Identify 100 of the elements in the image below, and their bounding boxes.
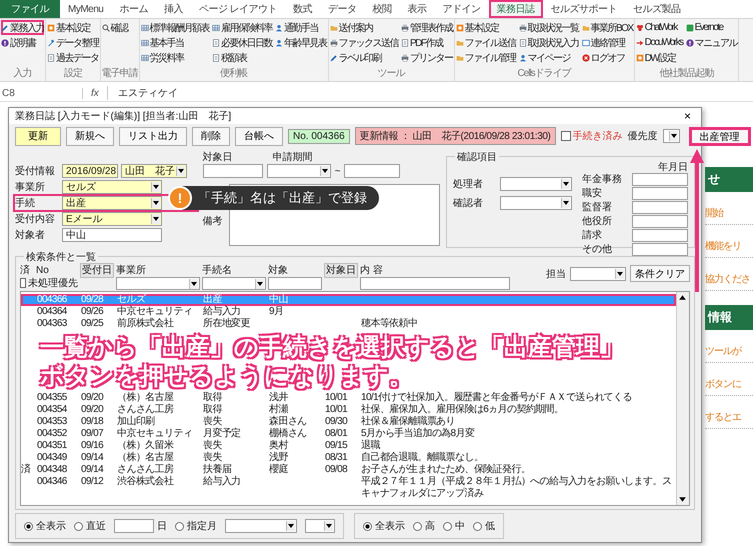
date-field[interactable] xyxy=(632,200,688,214)
ribbon-button[interactable]: 送付案内 xyxy=(330,20,398,35)
column-header[interactable]: 対象日 xyxy=(324,263,358,278)
date-field[interactable] xyxy=(202,164,263,178)
radio-option[interactable]: 全表示 xyxy=(24,519,66,533)
ribbon-button[interactable]: 必要休日日数 xyxy=(212,35,272,50)
staff-dropdown[interactable]: 山田 花子 xyxy=(121,164,187,178)
ribbon-button[interactable]: ChatWork xyxy=(636,20,683,35)
days-field[interactable] xyxy=(114,519,154,533)
ribbon-button[interactable]: 取扱状況入力 xyxy=(518,35,578,50)
filter-field[interactable] xyxy=(268,276,322,290)
list-row[interactable]: 004351 09/16 （株）久留米 喪失 奥村 09/15 退職 xyxy=(21,440,676,452)
ribbon-tab[interactable]: 表示 xyxy=(400,0,435,18)
ribbon-button[interactable]: 労災料率 xyxy=(140,50,209,65)
done-checkbox[interactable]: 手続き済み xyxy=(560,129,622,143)
ribbon-button[interactable]: 年齢早見表 xyxy=(275,35,326,50)
ribbon-button[interactable]: マニュアル xyxy=(686,35,738,50)
ribbon-tab[interactable]: データ xyxy=(320,0,365,18)
ribbon-tab[interactable]: MyMenu xyxy=(60,0,112,18)
ribbon-button[interactable]: 基本設定 xyxy=(456,20,516,35)
list-row[interactable]: 004352 09/07 中京セキュリティ 月変予定 棚橋さん 08/01 5月から手当追加の為8月変 xyxy=(21,428,676,440)
date-field[interactable] xyxy=(632,242,688,256)
ribbon-tab[interactable]: セルズ製品 xyxy=(625,0,689,18)
date-field[interactable]: 2016/09/28 xyxy=(62,164,118,178)
period-dropdown[interactable] xyxy=(266,164,331,178)
month-dropdown[interactable] xyxy=(305,519,335,533)
radio-option[interactable]: 全表示 xyxy=(363,519,405,533)
dropdown[interactable] xyxy=(500,196,572,210)
ribbon-tab[interactable]: 校閲 xyxy=(364,0,400,18)
date-field[interactable] xyxy=(632,228,688,242)
dropdown[interactable]: セルズ xyxy=(62,180,162,194)
close-button[interactable]: × xyxy=(680,109,695,123)
ribbon-button[interactable]: 雇用保険料率 xyxy=(212,20,272,35)
ribbon-button[interactable]: DocuWorks xyxy=(636,35,683,50)
assignee-dropdown[interactable] xyxy=(570,266,626,280)
toolbar-button[interactable]: リスト出力 xyxy=(119,126,187,146)
ribbon-button[interactable]: ファイル送信 xyxy=(456,35,516,50)
list-row[interactable]: 004354 09/20 さんさん工房 取得 村瀬 10/01 社保、雇保加入。雇用保険は6ヵ月の契約期間。 xyxy=(21,404,676,416)
ribbon-tab[interactable]: ファイル xyxy=(0,0,60,18)
radio-option[interactable]: 指定月 xyxy=(175,519,217,533)
ribbon-button[interactable]: 説明書 xyxy=(1,35,44,50)
list-row[interactable]: 004349 09/14 （株）名古屋 喪失 浅野 08/31 自己都合退職。離職票なし。 xyxy=(21,452,676,464)
date-field[interactable] xyxy=(632,172,688,186)
date-field[interactable] xyxy=(632,214,688,228)
scrollbar[interactable] xyxy=(676,292,689,505)
priority-dropdown[interactable] xyxy=(662,129,680,143)
birth-management-button[interactable]: 出産管理 xyxy=(688,126,750,146)
radio-option[interactable]: 中 xyxy=(443,519,465,533)
ribbon-button[interactable]: 通勤手当 xyxy=(275,20,326,35)
ribbon-button[interactable]: プリンター xyxy=(401,50,452,65)
ribbon-tab[interactable]: セルズサポート xyxy=(542,0,626,18)
toolbar-button[interactable]: 新規へ xyxy=(66,126,114,146)
name-box[interactable]: C8 xyxy=(2,88,83,98)
date-field[interactable] xyxy=(632,186,688,200)
unprocessed-checkbox[interactable]: 未処理優先 xyxy=(20,276,78,290)
ribbon-tab[interactable]: ページ レイアウト xyxy=(190,0,286,18)
ribbon-button[interactable]: 税額表 xyxy=(212,50,272,65)
ribbon-button[interactable]: ファックス送信 xyxy=(330,35,398,50)
ribbon-button[interactable]: ログオフ xyxy=(582,50,633,65)
formula-field[interactable]: エスティケイ xyxy=(106,86,178,100)
ribbon-button[interactable]: 事業所BOX xyxy=(582,20,633,35)
column-header[interactable]: 受付日 xyxy=(80,263,114,278)
ribbon-tab[interactable]: アドイン xyxy=(434,0,489,18)
ribbon-button[interactable]: DW設定 xyxy=(636,50,683,65)
filter-dropdown[interactable] xyxy=(116,276,200,290)
dropdown[interactable]: 出産 xyxy=(62,196,162,210)
ribbon-button[interactable]: 基本設定 xyxy=(47,20,98,35)
ribbon-button[interactable]: 確認 xyxy=(102,20,138,35)
list-row[interactable]: 004346 09/12 渋谷株式会社 給与入力 平成２７年１１月（平成２８年１月払）への給与入力をお願いします。スキャナフォルダにアップ済み xyxy=(21,476,676,500)
dropdown[interactable]: Eメール xyxy=(62,212,162,226)
ribbon-button[interactable]: ファイル管理 xyxy=(456,50,516,65)
ribbon-button[interactable]: 基本手当 xyxy=(140,35,209,50)
toolbar-button[interactable]: 台帳へ xyxy=(235,126,283,146)
dropdown[interactable] xyxy=(500,177,572,191)
list-row[interactable]: 004364 09/26 中京セキュリティ 給与入力 9月 xyxy=(21,306,676,318)
clear-button[interactable]: 条件クリア xyxy=(630,265,690,282)
filter-field[interactable] xyxy=(360,276,510,290)
list-row[interactable]: 済 004348 09/14 さんさん工房 扶養届 櫻庭 09/08 お子さんが生まれたため、保険証発行。 xyxy=(21,464,676,476)
radio-option[interactable]: 高 xyxy=(413,519,435,533)
list-row[interactable]: 004363 09/25 前原株式会社 所在地変更 穂本等依頼中 xyxy=(21,318,676,330)
ribbon-button[interactable]: PDF作成 xyxy=(401,35,452,50)
ribbon-button[interactable]: ラベル印刷 xyxy=(330,50,398,65)
ribbon-button[interactable]: 標準報酬月額表 xyxy=(140,20,209,35)
ribbon-tab[interactable]: 数式 xyxy=(285,0,320,18)
list-row[interactable]: 004355 09/20 （株）名古屋 取得 浅井 10/01 10/1付けで社保加入。履歴書と年金番号がＦＡＸで送られてくる xyxy=(21,392,676,404)
toolbar-button[interactable]: 削除 xyxy=(192,126,230,146)
radio-option[interactable]: 直近 xyxy=(74,519,106,533)
ribbon-tab[interactable]: ホーム xyxy=(111,0,156,18)
ribbon-button[interactable]: 過去データ xyxy=(47,50,98,65)
ribbon-button[interactable]: マイページ xyxy=(518,50,578,65)
filter-dropdown[interactable] xyxy=(202,276,266,290)
radio-option[interactable]: 低 xyxy=(473,519,495,533)
ribbon-button[interactable]: データ整理 xyxy=(47,35,98,50)
toolbar-button[interactable]: 更新 xyxy=(15,126,61,146)
list-row[interactable]: 004353 09/18 加山印刷 喪失 森田さん 09/30 社保＆雇保離職票あり xyxy=(21,416,676,428)
ribbon-button[interactable]: 取扱状況一覧 xyxy=(518,20,578,35)
ribbon-tab[interactable]: 業務日誌 xyxy=(488,0,543,18)
ribbon-button[interactable]: 管理表作成 xyxy=(401,20,452,35)
date-field[interactable] xyxy=(344,164,400,178)
ribbon-tab[interactable]: 挿入 xyxy=(156,0,191,18)
